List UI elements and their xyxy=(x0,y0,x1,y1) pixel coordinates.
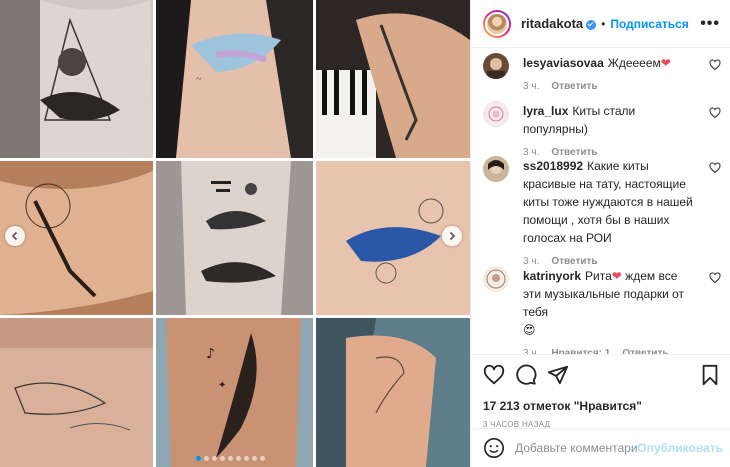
gallery-indicator xyxy=(196,456,265,461)
svg-text:~: ~ xyxy=(196,74,202,85)
post-header: ritadakota • Подписаться ••• xyxy=(471,0,730,48)
share-paper-plane-icon[interactable] xyxy=(547,364,569,386)
gallery-dot xyxy=(244,456,249,461)
tattoo-photo-2: ~ xyxy=(156,0,313,158)
gallery-dot xyxy=(252,456,257,461)
avatar[interactable] xyxy=(483,9,511,38)
like-comment-heart-icon[interactable] xyxy=(709,59,721,71)
avatar[interactable] xyxy=(483,156,509,182)
tattoo-photo-8: ♪ ✦ xyxy=(156,318,313,467)
comment-time[interactable]: 3 ч. xyxy=(523,345,539,354)
avatar[interactable] xyxy=(483,101,509,127)
comment-bubble-icon[interactable] xyxy=(515,364,537,386)
gallery-dot xyxy=(212,456,217,461)
gallery-dot xyxy=(260,456,265,461)
tattoo-collage: ~ ♪ ✦ xyxy=(0,0,470,467)
reply-button[interactable]: Ответить xyxy=(622,345,668,354)
comment-username[interactable]: ss2018992 xyxy=(523,159,583,173)
comment-text: Рита xyxy=(585,269,612,283)
svg-text:♪: ♪ xyxy=(206,346,215,362)
comment-likes-count[interactable]: Нравится: 1 xyxy=(551,345,610,354)
avatar[interactable] xyxy=(483,53,509,79)
gallery-dot xyxy=(236,456,241,461)
comment-username[interactable]: katrinyork xyxy=(523,269,581,283)
like-comment-heart-icon[interactable] xyxy=(709,162,721,174)
like-comment-heart-icon[interactable] xyxy=(709,272,721,284)
red-heart-emoji: ❤ xyxy=(611,269,622,283)
chevron-left-icon xyxy=(11,231,18,241)
chevron-right-icon xyxy=(449,231,456,241)
tattoo-photo-3 xyxy=(316,0,470,158)
tattoo-photo-5 xyxy=(156,161,313,315)
comment-input[interactable] xyxy=(515,441,638,455)
tattoo-photo-7 xyxy=(0,318,153,467)
gallery-next-button[interactable] xyxy=(442,226,462,246)
bookmark-icon[interactable] xyxy=(699,364,721,386)
post-media[interactable]: ~ ♪ ✦ xyxy=(0,0,470,467)
comment-text: Ждеееем xyxy=(607,56,661,70)
avatar[interactable] xyxy=(483,266,509,292)
gallery-dot xyxy=(196,456,201,461)
red-heart-emoji: ❤ xyxy=(660,56,671,70)
tattoo-photo-9 xyxy=(316,318,470,467)
post-details-panel: ritadakota • Подписаться ••• lesyaviasov… xyxy=(470,0,730,467)
gallery-dot xyxy=(204,456,209,461)
header-separator: • xyxy=(601,16,606,31)
comments-list[interactable]: lesyaviasovaa Ждеееем❤ 3 ч. Ответить lyra… xyxy=(471,48,730,354)
svg-text:✦: ✦ xyxy=(218,380,226,391)
gallery-dot xyxy=(220,456,225,461)
like-comment-heart-icon[interactable] xyxy=(709,107,721,119)
more-options-icon[interactable]: ••• xyxy=(700,15,720,33)
like-heart-icon[interactable] xyxy=(483,364,505,386)
gallery-dot xyxy=(228,456,233,461)
verified-badge-icon xyxy=(586,19,597,30)
tattoo-photo-1 xyxy=(0,0,153,158)
post-actions: 17 213 отметок "Нравится" 3 ЧАСОВ НАЗАД xyxy=(471,354,730,429)
heart-eyes-emoji: 😍 xyxy=(523,323,536,337)
emoji-smiley-icon[interactable] xyxy=(483,437,505,459)
likes-count[interactable]: 17 213 отметок "Нравится" xyxy=(483,399,721,413)
follow-button[interactable]: Подписаться xyxy=(610,17,688,31)
comment-time[interactable]: 3 ч. xyxy=(523,78,539,96)
author-username[interactable]: ritadakota xyxy=(521,16,583,31)
reply-button[interactable]: Ответить xyxy=(551,78,597,96)
gallery-prev-button[interactable] xyxy=(5,226,25,246)
comment-username[interactable]: lesyaviasovaa xyxy=(523,56,604,70)
add-comment-bar: Опубликовать xyxy=(471,428,730,467)
publish-button[interactable]: Опубликовать xyxy=(637,441,723,455)
comment-username[interactable]: lyra_lux xyxy=(523,104,568,118)
